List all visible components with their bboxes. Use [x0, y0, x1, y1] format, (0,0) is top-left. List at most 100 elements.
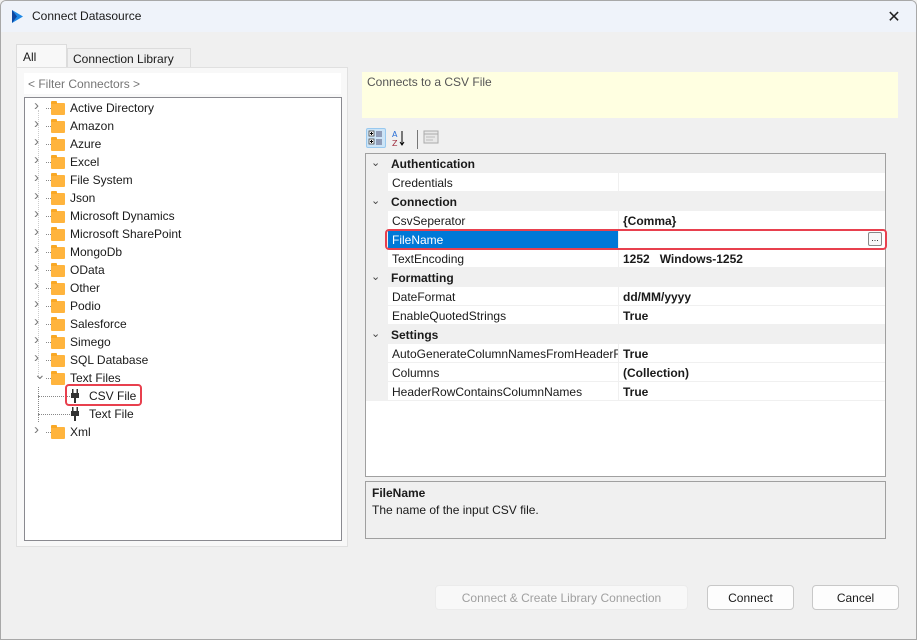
chevron-down-icon[interactable]: ⌄ — [371, 270, 383, 283]
tree-folder-item[interactable]: › Json — [25, 188, 341, 207]
tree-item-label: Simego — [70, 335, 111, 349]
chevron-right-icon[interactable]: › — [34, 152, 44, 167]
tree-folder-item[interactable]: › File System — [25, 170, 341, 189]
folder-icon — [51, 191, 65, 205]
tree-connector-item[interactable]: Text File — [25, 405, 341, 423]
property-value[interactable]: ... — [618, 230, 885, 249]
property-grid: ⌄ Authentication Credentials ⌄ Connection Csv… — [365, 153, 886, 477]
folder-icon — [51, 263, 65, 277]
property-row[interactable]: CsvSeperator {Comma} — [366, 211, 885, 230]
property-value-text: dd/MM/yyyy — [623, 290, 692, 304]
tree-folder-item[interactable]: › Excel — [25, 152, 341, 171]
category-label: Authentication — [391, 157, 475, 171]
tree-folder-item[interactable]: › Podio — [25, 296, 341, 315]
folder-icon — [51, 317, 65, 331]
property-name[interactable]: CsvSeperator — [388, 211, 618, 230]
tree-folder-item[interactable]: › SQL Database — [25, 350, 341, 369]
connector-tree[interactable]: › Active Directory › Amazon › Azure › Excel › Fil… — [24, 97, 342, 541]
property-value[interactable]: {Comma} — [618, 211, 885, 230]
tree-item-label: Podio — [70, 299, 101, 313]
categorized-button[interactable] — [366, 128, 386, 148]
chevron-right-icon[interactable]: › — [34, 170, 44, 185]
chevron-right-icon[interactable]: › — [34, 188, 44, 203]
chevron-right-icon[interactable]: › — [34, 260, 44, 275]
property-row[interactable]: HeaderRowContainsColumnNames True — [366, 382, 885, 401]
property-row[interactable]: DateFormat dd/MM/yyyy — [366, 287, 885, 306]
property-value[interactable]: dd/MM/yyyy — [618, 287, 885, 306]
tree-folder-item[interactable]: › Salesforce — [25, 314, 341, 333]
property-category-row[interactable]: ⌄ Authentication — [366, 154, 885, 173]
chevron-right-icon[interactable]: › — [34, 332, 44, 347]
toolbar-separator — [417, 130, 418, 149]
property-name[interactable]: DateFormat — [388, 287, 618, 306]
categorized-icon — [368, 130, 382, 145]
property-row[interactable]: AutoGenerateColumnNamesFromHeaderR True — [366, 344, 885, 363]
svg-text:A: A — [392, 130, 398, 139]
tree-folder-item[interactable]: › Microsoft SharePoint — [25, 224, 341, 243]
chevron-right-icon[interactable]: › — [34, 278, 44, 293]
chevron-down-icon[interactable]: ⌄ — [34, 367, 46, 381]
chevron-right-icon[interactable]: › — [34, 422, 44, 437]
property-row[interactable]: EnableQuotedStrings True — [366, 306, 885, 325]
property-pages-button[interactable] — [422, 128, 442, 148]
tab-connection-library[interactable]: Connection Library — [67, 48, 191, 68]
tree-connector-line — [38, 414, 70, 415]
property-category-row[interactable]: ⌄ Settings — [366, 325, 885, 344]
tree-folder-item[interactable]: › Amazon — [25, 116, 341, 135]
folder-icon — [51, 227, 65, 241]
chevron-right-icon[interactable]: › — [34, 206, 44, 221]
property-value[interactable] — [618, 173, 885, 192]
property-value[interactable]: True — [618, 344, 885, 363]
property-row[interactable]: Columns (Collection) — [366, 363, 885, 382]
chevron-right-icon[interactable]: › — [34, 134, 44, 149]
property-category-row[interactable]: ⌄ Formatting — [366, 268, 885, 287]
property-name[interactable]: Credentials — [388, 173, 618, 192]
category-label: Formatting — [391, 271, 454, 285]
help-title: FileName — [372, 486, 426, 500]
chevron-down-icon[interactable]: ⌄ — [371, 156, 383, 169]
chevron-down-icon[interactable]: ⌄ — [371, 327, 383, 340]
property-value[interactable]: (Collection) — [618, 363, 885, 382]
property-row[interactable]: TextEncoding 1252 Windows-1252 — [366, 249, 885, 268]
property-name[interactable]: HeaderRowContainsColumnNames — [388, 382, 618, 401]
property-name[interactable]: FileName — [388, 230, 618, 249]
property-row[interactable]: Credentials — [366, 173, 885, 192]
property-value[interactable]: 1252 Windows-1252 — [618, 249, 885, 268]
row-gutter — [366, 173, 388, 192]
tree-folder-item[interactable]: › MongoDb — [25, 242, 341, 261]
property-value[interactable]: True — [618, 382, 885, 401]
chevron-right-icon[interactable]: › — [34, 350, 44, 365]
chevron-right-icon[interactable]: › — [34, 296, 44, 311]
tree-folder-item[interactable]: › OData — [25, 260, 341, 279]
tree-folder-item[interactable]: › Microsoft Dynamics — [25, 206, 341, 225]
connect-create-library-button[interactable]: Connect & Create Library Connection — [435, 585, 688, 610]
tree-folder-item[interactable]: › Azure — [25, 134, 341, 153]
property-value[interactable]: True — [618, 306, 885, 325]
alphabetical-button[interactable]: A Z — [390, 128, 410, 148]
tree-folder-item[interactable]: › Other — [25, 278, 341, 297]
chevron-right-icon[interactable]: › — [34, 116, 44, 131]
property-category-row[interactable]: ⌄ Connection — [366, 192, 885, 211]
property-name[interactable]: AutoGenerateColumnNamesFromHeaderR — [388, 344, 618, 363]
browse-ellipsis-button[interactable]: ... — [868, 232, 882, 246]
close-button[interactable]: ✕ — [872, 1, 916, 32]
chevron-right-icon[interactable]: › — [34, 242, 44, 257]
connect-button[interactable]: Connect — [707, 585, 794, 610]
cancel-button[interactable]: Cancel — [812, 585, 899, 610]
chevron-down-icon[interactable]: ⌄ — [371, 194, 383, 207]
chevron-right-icon[interactable]: › — [34, 314, 44, 329]
property-value-text: True — [623, 309, 649, 323]
tree-folder-item[interactable]: › Xml — [25, 422, 341, 441]
tree-folder-item[interactable]: › Simego — [25, 332, 341, 351]
property-row[interactable]: FileName... — [366, 230, 885, 249]
filter-connectors-input[interactable] — [24, 73, 341, 94]
property-name[interactable]: TextEncoding — [388, 249, 618, 268]
tree-folder-item[interactable]: › Active Directory — [25, 98, 341, 117]
chevron-right-icon[interactable]: › — [34, 224, 44, 239]
property-name[interactable]: Columns — [388, 363, 618, 382]
folder-icon — [51, 155, 65, 169]
tab-all[interactable]: All — [16, 44, 67, 68]
property-name[interactable]: EnableQuotedStrings — [388, 306, 618, 325]
row-gutter — [366, 211, 388, 230]
chevron-right-icon[interactable]: › — [34, 98, 44, 113]
